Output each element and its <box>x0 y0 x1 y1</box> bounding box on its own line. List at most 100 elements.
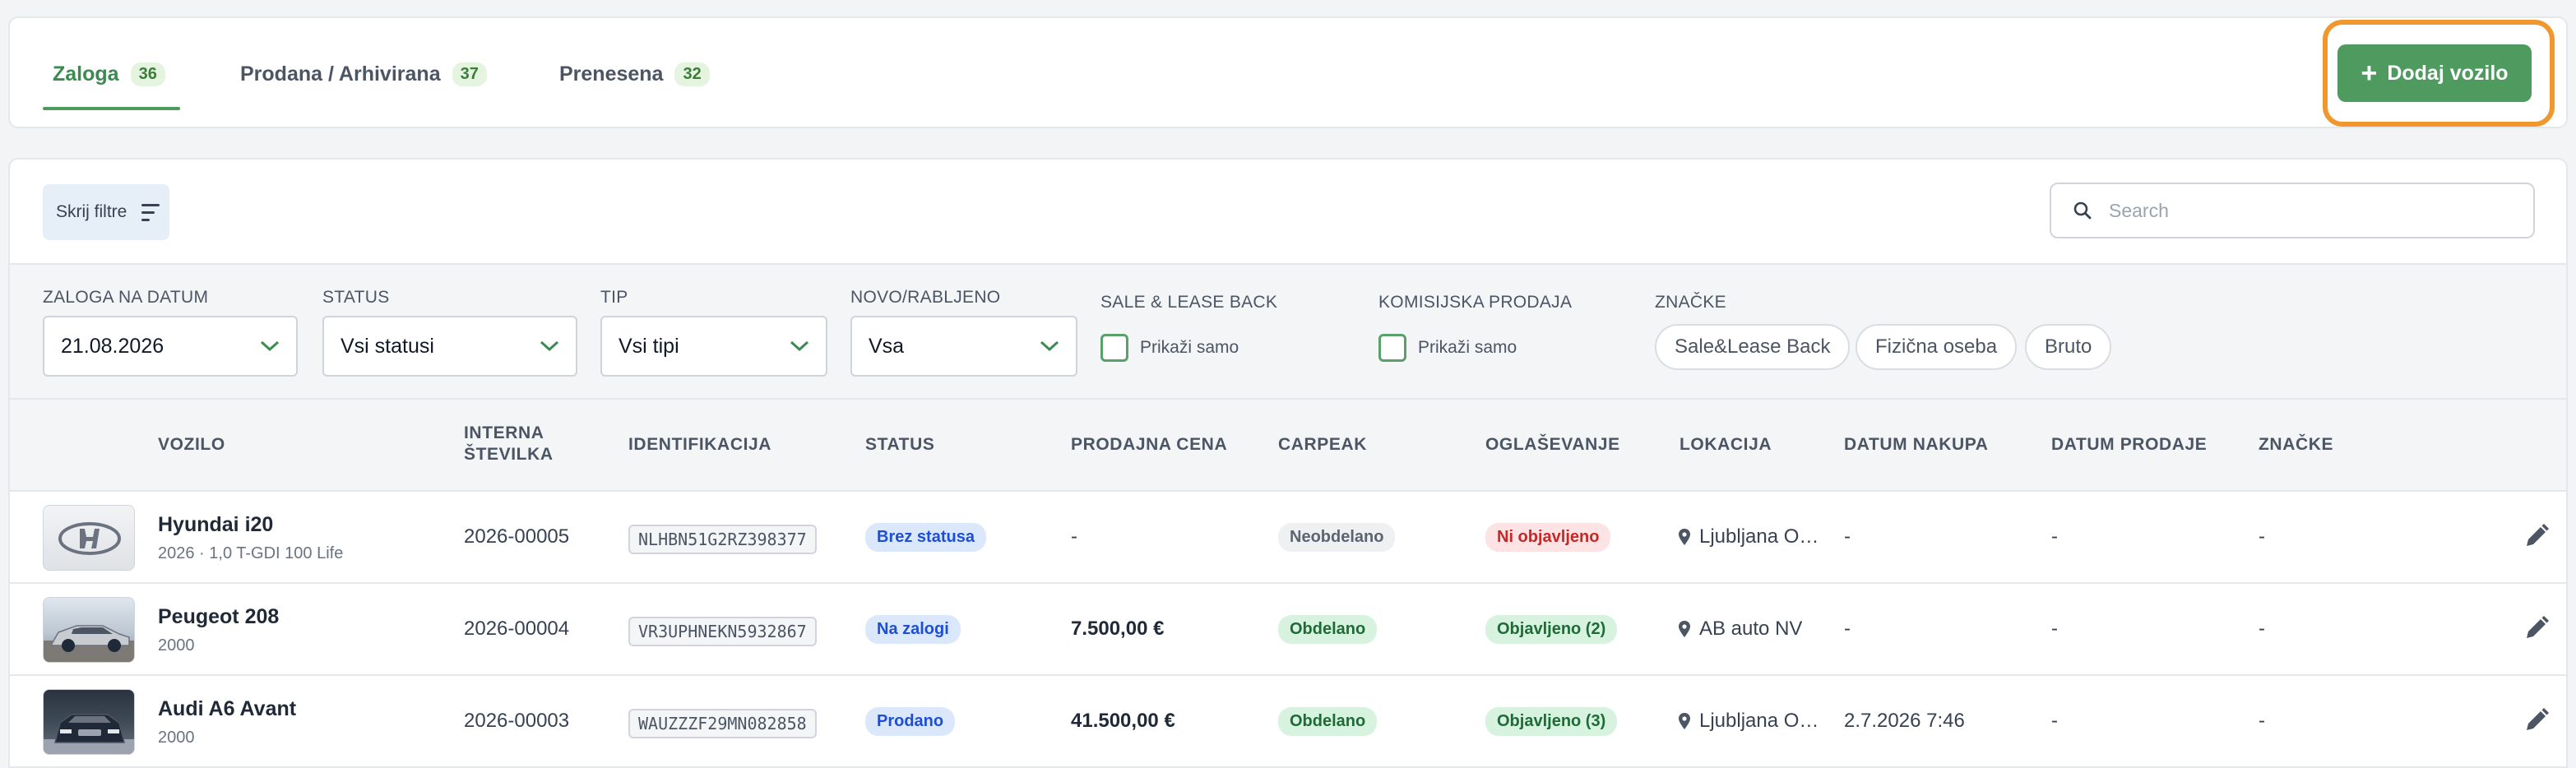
car-photo-icon <box>44 714 134 754</box>
edit-pencil-icon[interactable] <box>2523 707 2550 738</box>
vehicle-name[interactable]: Audi A6 Avant <box>158 697 296 721</box>
condition-filter-select[interactable]: Vsa <box>850 316 1077 377</box>
hide-filters-label: Skrij filtre <box>56 202 127 221</box>
map-pin-icon <box>1679 621 1690 637</box>
sale-lease-checkbox[interactable]: Prikaži samo <box>1100 334 1239 362</box>
internal-number: 2026-00003 <box>464 710 570 732</box>
vehicle-thumbnail <box>43 597 135 663</box>
sale-price: 7.500,00 € <box>1071 618 1165 640</box>
edit-pencil-icon[interactable] <box>2523 523 2550 553</box>
advertising-badge: Objavljeno (3) <box>1485 707 1618 736</box>
table-row[interactable]: Hyundai i20 2026 · 1,0 T-GDI 100 Life 20… <box>10 492 2566 584</box>
vehicle-thumbnail <box>43 689 135 755</box>
chevron-down-icon <box>790 340 809 352</box>
status-badge: Brez statusa <box>865 523 986 552</box>
vehicle-name[interactable]: Hyundai i20 <box>158 513 273 537</box>
tab-zaloga[interactable]: Zaloga 36 <box>53 18 165 130</box>
vehicle-name[interactable]: Peugeot 208 <box>158 605 279 629</box>
condition-filter-label: NOVO/RABLJENO <box>850 288 1001 307</box>
car-photo-icon <box>44 625 134 662</box>
col-tags[interactable]: ZNAČKE <box>2259 434 2333 456</box>
hyundai-logo-icon <box>58 522 121 555</box>
carpeak-badge: Obdelano <box>1278 707 1378 736</box>
map-pin-icon <box>1679 713 1690 729</box>
advertising-badge: Ni objavljeno <box>1485 523 1611 552</box>
status-badge: Na zalogi <box>865 615 961 644</box>
checkbox-box[interactable] <box>1100 334 1128 362</box>
inventory-card: Skrij filtre ZALOGA NA DATUM 21.08.2026 … <box>8 158 2568 768</box>
plus-icon: + <box>2361 58 2378 89</box>
filter-lines-icon <box>141 203 160 221</box>
tag-pill-sale-lease[interactable]: Sale&Lease Back <box>1655 324 1851 370</box>
col-internal-number[interactable]: INTERNA ŠTEVILKA <box>464 423 554 465</box>
tab-label: Prodana / Arhivirana <box>240 62 441 86</box>
sale-date: - <box>2051 710 2058 732</box>
active-tab-underline <box>43 107 180 110</box>
vin-code: WAUZZZF29MN082858 <box>628 709 817 738</box>
filters-panel: ZALOGA NA DATUM 21.08.2026 STATUS Vsi st… <box>10 263 2566 398</box>
condition-filter-value: Vsa <box>869 334 905 358</box>
sale-lease-checkbox-label: Prikaži samo <box>1140 338 1239 357</box>
tags: - <box>2259 525 2265 548</box>
tags: - <box>2259 710 2265 732</box>
location-text: Ljubljana O… <box>1699 525 1819 548</box>
purchase-date: - <box>1844 618 1851 640</box>
vehicle-subtitle: 2026 · 1,0 T-GDI 100 Life <box>158 544 344 562</box>
sale-price: - <box>1071 525 1077 548</box>
status-filter-value: Vsi statusi <box>341 334 434 358</box>
purchase-date: 2.7.2026 7:46 <box>1844 710 1965 732</box>
tab-prenesena[interactable]: Prenesena 32 <box>559 18 710 130</box>
table-row[interactable]: Audi A6 Avant 2000 2026-00003 WAUZZZF29M… <box>10 676 2566 768</box>
map-pin-icon <box>1679 529 1690 545</box>
col-status[interactable]: STATUS <box>865 434 934 456</box>
type-filter-select[interactable]: Vsi tipi <box>600 316 827 377</box>
col-vehicle[interactable]: VOZILO <box>158 434 225 456</box>
vin-code: NLHBN51G2RZ398377 <box>628 525 817 554</box>
col-identification[interactable]: IDENTIFIKACIJA <box>628 434 771 456</box>
col-carpeak[interactable]: CARPEAK <box>1278 434 1367 456</box>
tabs-card: Zaloga 36 Prodana / Arhivirana 37 Prenes… <box>8 16 2568 128</box>
checkbox-box[interactable] <box>1378 334 1406 362</box>
table-header: VOZILO INTERNA ŠTEVILKA IDENTIFIKACIJA S… <box>10 398 2566 492</box>
toolbar: Skrij filtre <box>10 160 2566 263</box>
vehicle-thumbnail <box>43 505 135 571</box>
chevron-down-icon <box>260 340 280 352</box>
add-vehicle-button[interactable]: + Dodaj vozilo <box>2337 44 2532 102</box>
internal-number: 2026-00005 <box>464 525 570 548</box>
internal-number: 2026-00004 <box>464 618 570 640</box>
col-price[interactable]: PRODAJNA CENA <box>1071 434 1227 456</box>
col-advertising[interactable]: OGLAŠEVANJE <box>1485 434 1620 456</box>
commission-checkbox[interactable]: Prikaži samo <box>1378 334 1517 362</box>
location: AB auto NV <box>1678 618 1802 641</box>
col-internal-line1: INTERNA <box>464 423 544 442</box>
table-row[interactable]: Peugeot 208 2000 2026-00004 VR3UPHNEKN59… <box>10 584 2566 676</box>
col-location[interactable]: LOKACIJA <box>1679 434 1772 456</box>
tag-pill-fizicna-oseba[interactable]: Fizična oseba <box>1856 324 2018 370</box>
col-internal-line2: ŠTEVILKA <box>464 445 554 464</box>
commission-filter-label: KOMISIJSKA PRODAJA <box>1378 293 1573 312</box>
edit-pencil-icon[interactable] <box>2523 615 2550 645</box>
tab-label: Zaloga <box>53 62 119 86</box>
type-filter-label: TIP <box>600 288 628 307</box>
date-filter-label: ZALOGA NA DATUM <box>43 288 209 307</box>
type-filter-value: Vsi tipi <box>619 334 679 358</box>
col-purchase-date[interactable]: DATUM NAKUPA <box>1844 434 1989 456</box>
vehicle-subtitle: 2000 <box>158 636 195 655</box>
carpeak-badge: Neobdelano <box>1278 523 1396 552</box>
tab-count-badge: 37 <box>452 62 487 86</box>
sale-lease-filter-label: SALE & LEASE BACK <box>1100 293 1278 312</box>
hide-filters-button[interactable]: Skrij filtre <box>43 184 169 240</box>
tag-pill-bruto[interactable]: Bruto <box>2025 324 2112 370</box>
sale-price: 41.500,00 € <box>1071 710 1175 732</box>
col-sale-date[interactable]: DATUM PRODAJE <box>2051 434 2207 456</box>
status-filter-select[interactable]: Vsi statusi <box>322 316 577 377</box>
date-filter-select[interactable]: 21.08.2026 <box>43 316 298 377</box>
location-text: AB auto NV <box>1699 618 1803 640</box>
tab-prodana-arhivirana[interactable]: Prodana / Arhivirana 37 <box>240 18 487 130</box>
search-input[interactable] <box>2109 199 2504 222</box>
chevron-down-icon <box>540 340 559 352</box>
tab-label: Prenesena <box>559 62 664 86</box>
search-box[interactable] <box>2050 183 2535 238</box>
location-text: Ljubljana O… <box>1699 710 1819 732</box>
vehicle-subtitle: 2000 <box>158 729 195 747</box>
